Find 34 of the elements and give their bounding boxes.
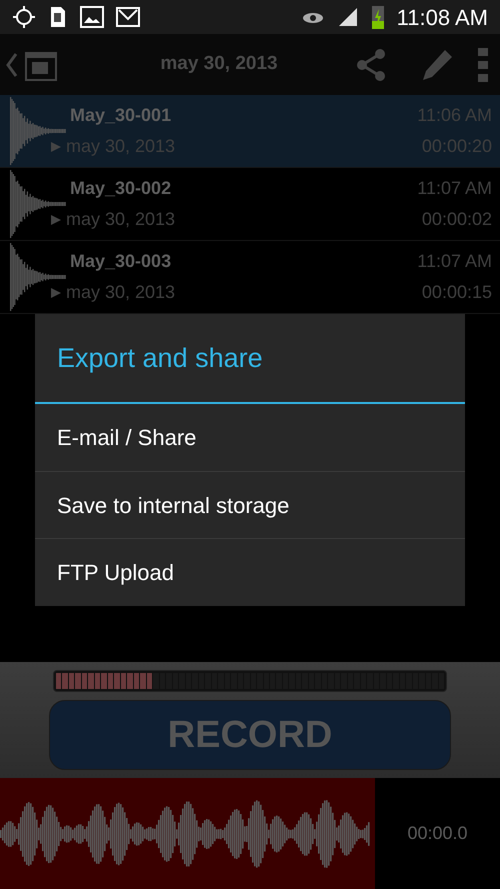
- play-icon: [50, 140, 62, 152]
- dialog-option[interactable]: FTP Upload: [35, 538, 465, 605]
- recording-time: 11:07 AM: [417, 177, 492, 200]
- recording-row[interactable]: May_30-003 may 30, 2013 11:07 AM 00:00:15: [0, 241, 500, 314]
- record-button[interactable]: RECORD: [49, 700, 451, 770]
- recording-name: May_30-001: [70, 104, 172, 127]
- dialog-option[interactable]: E-mail / Share: [35, 404, 465, 471]
- battery-icon: [370, 4, 385, 30]
- recording-name: May_30-002: [70, 177, 172, 200]
- mail-icon: [116, 7, 140, 27]
- gps-icon: [12, 5, 36, 29]
- menu-icon: [478, 48, 488, 82]
- clock: 11:08 AM: [396, 4, 488, 32]
- image-icon: [80, 6, 104, 28]
- share-button[interactable]: [354, 48, 388, 82]
- signal-icon: [336, 6, 359, 28]
- play-icon: [50, 214, 62, 226]
- recording-duration: 00:00:02: [422, 208, 492, 231]
- overflow-menu-button[interactable]: [478, 48, 488, 82]
- dialog-option[interactable]: Save to internal storage: [35, 471, 465, 538]
- share-icon: [354, 48, 388, 82]
- sd-card-icon: [48, 5, 68, 29]
- elapsed-time: 00:00.0: [406, 822, 469, 845]
- recording-duration: 00:00:15: [422, 281, 492, 304]
- pencil-icon: [420, 48, 454, 82]
- action-bar-title: may 30, 2013: [159, 52, 279, 76]
- dialog-title: Export and share: [57, 342, 263, 375]
- recording-row[interactable]: May_30-002 may 30, 2013 11:07 AM 00:00:02: [0, 168, 500, 241]
- recording-time: 11:07 AM: [417, 250, 492, 273]
- play-icon: [50, 286, 62, 298]
- recording-date: may 30, 2013: [66, 281, 176, 304]
- recording-date: may 30, 2013: [66, 208, 176, 231]
- recording-name: May_30-003: [70, 250, 172, 273]
- edit-button[interactable]: [420, 48, 454, 82]
